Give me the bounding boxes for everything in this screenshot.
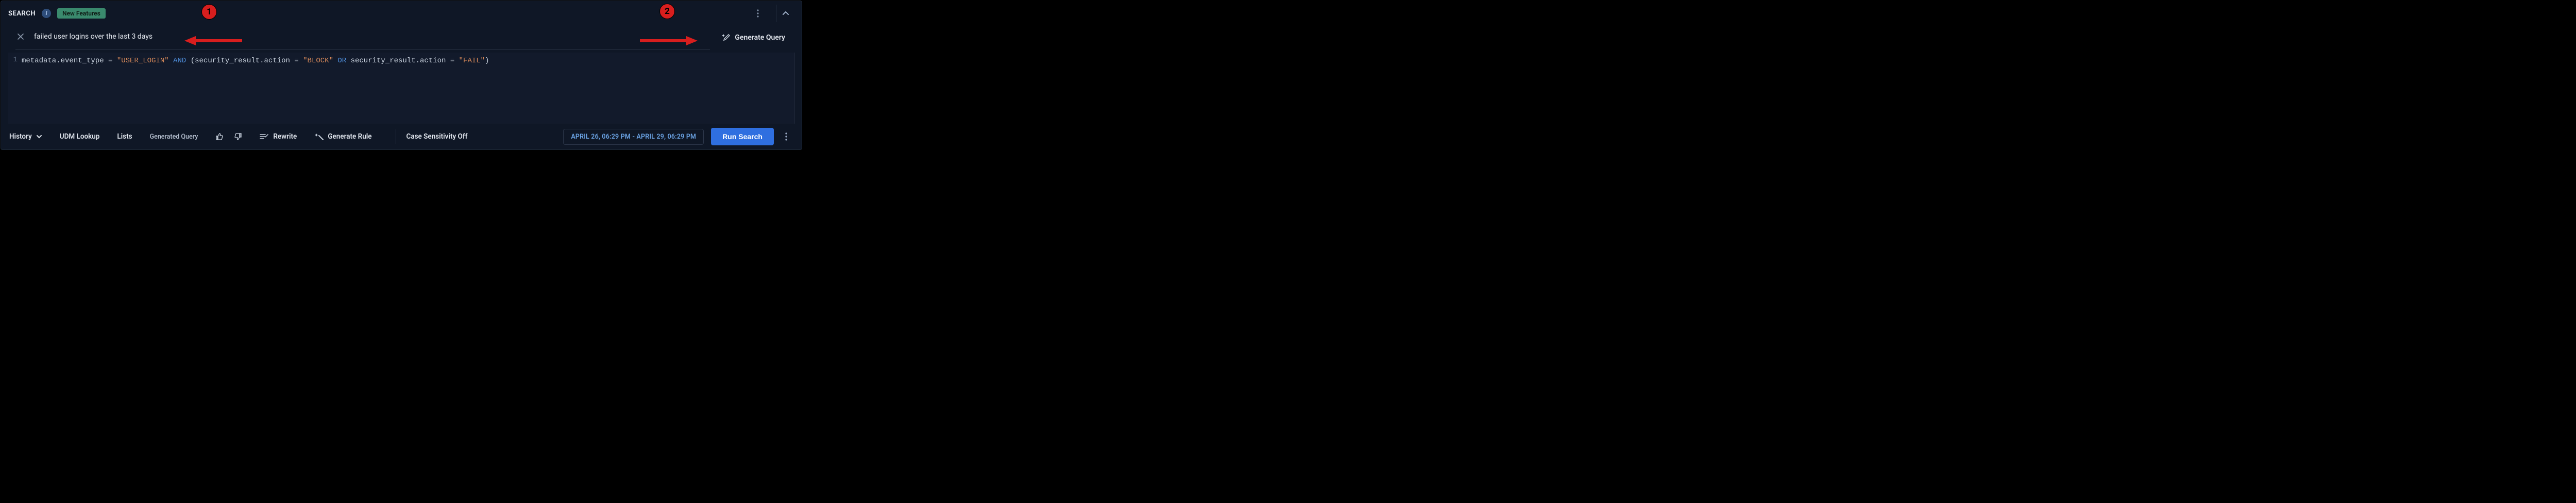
- udm-lookup-label: UDM Lookup: [60, 132, 100, 141]
- new-features-badge[interactable]: New Features: [57, 8, 106, 19]
- generate-rule-label: Generate Rule: [328, 132, 371, 141]
- rewrite-label: Rewrite: [273, 132, 297, 141]
- thumbs-down-icon: [234, 132, 242, 141]
- search-panel: SEARCH i New Features failed user login: [1, 1, 802, 150]
- annotation-badge-1: 1: [201, 4, 217, 20]
- history-button[interactable]: History: [8, 129, 43, 144]
- bottom-toolbar: History UDM Lookup Lists Generated Query: [1, 124, 802, 149]
- history-label: History: [9, 132, 32, 141]
- generate-query-button[interactable]: Generate Query: [710, 26, 794, 49]
- annotation-badge-2: 2: [659, 4, 675, 19]
- case-sensitivity-label: Case Sensitivity Off: [406, 132, 468, 141]
- udm-lookup-button[interactable]: UDM Lookup: [59, 129, 101, 144]
- case-sensitivity-toggle[interactable]: Case Sensitivity Off: [405, 129, 469, 144]
- thumbs-down-button[interactable]: [234, 132, 242, 141]
- sparkle-pencil-icon: [721, 33, 731, 42]
- editor-gutter: 1: [8, 56, 22, 124]
- generate-rule-button[interactable]: Generate Rule: [313, 129, 372, 144]
- kebab-icon: [757, 9, 759, 18]
- annotation-arrow-2: [640, 35, 698, 47]
- generated-query-label: Generated Query: [149, 130, 199, 144]
- header-more-button[interactable]: [749, 5, 767, 22]
- rewrite-icon: [260, 133, 269, 140]
- sparkle-wand-icon: [314, 132, 324, 141]
- kebab-icon: [785, 132, 787, 141]
- nl-query-input[interactable]: failed user logins over the last 3 days: [15, 26, 710, 49]
- close-icon: [18, 33, 24, 40]
- chevron-down-icon: [36, 133, 42, 140]
- nl-query-text: failed user logins over the last 3 days: [34, 32, 152, 41]
- collapse-button[interactable]: [776, 5, 794, 22]
- header-title: SEARCH: [8, 10, 36, 18]
- query-editor[interactable]: 1 metadata.event_type = "USER_LOGIN" AND…: [8, 53, 794, 124]
- generate-query-label: Generate Query: [735, 33, 785, 42]
- header-bar: SEARCH i New Features: [1, 1, 802, 26]
- run-search-button[interactable]: Run Search: [711, 128, 774, 145]
- thumbs-up-button[interactable]: [215, 132, 224, 141]
- toolbar-more-button[interactable]: [778, 128, 794, 145]
- feedback-group: [214, 129, 243, 144]
- clear-nl-button[interactable]: [15, 31, 26, 42]
- lists-label: Lists: [117, 132, 132, 141]
- info-icon[interactable]: i: [42, 9, 51, 18]
- line-number: 1: [8, 56, 18, 64]
- lists-button[interactable]: Lists: [116, 129, 133, 144]
- rewrite-button[interactable]: Rewrite: [259, 129, 298, 144]
- date-range-picker[interactable]: APRIL 26, 06:29 PM - APRIL 29, 06:29 PM: [563, 129, 704, 145]
- chevron-up-icon: [782, 10, 789, 17]
- query-code-line: metadata.event_type = "USER_LOGIN" AND (…: [22, 56, 489, 124]
- annotation-arrow-1: [184, 35, 242, 47]
- thumbs-up-icon: [215, 132, 224, 141]
